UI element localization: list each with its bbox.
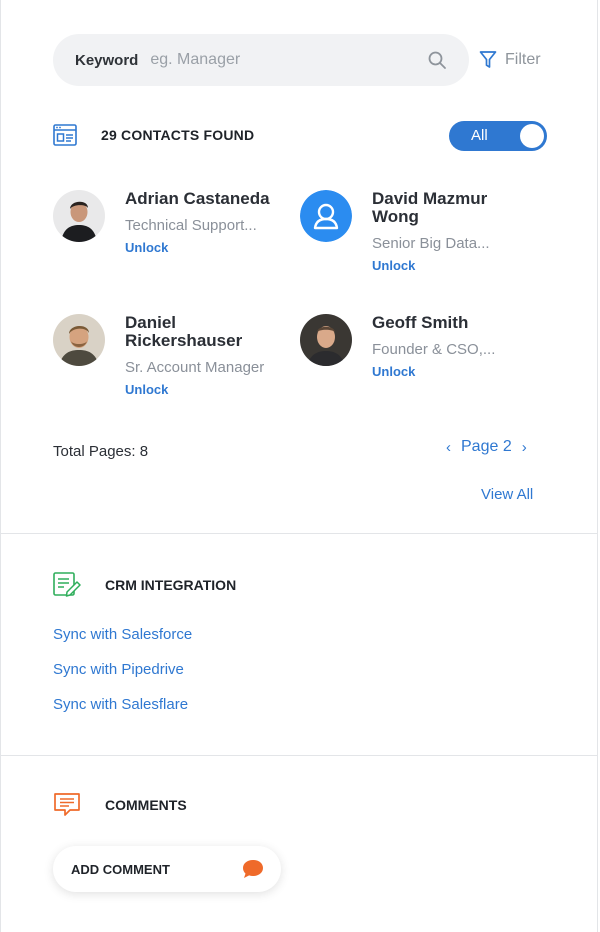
section-divider	[1, 533, 597, 534]
current-page: Page 2	[461, 438, 512, 455]
pager: ‹ Page 2 ›	[446, 438, 527, 456]
filter-icon	[479, 51, 497, 68]
contact-card: David Mazmur Wong Senior Big Data... Unl…	[300, 190, 532, 275]
chevron-left-icon[interactable]: ‹	[446, 439, 451, 456]
add-comment-button[interactable]: ADD COMMENT	[53, 846, 281, 892]
contacts-header: 29 CONTACTS FOUND	[53, 124, 254, 146]
contact-card: Geoff Smith Founder & CSO,... Unlock	[300, 314, 532, 381]
filter-button[interactable]: Filter	[479, 50, 541, 70]
contact-role: Founder & CSO,...	[372, 341, 496, 358]
sync-salesflare-link[interactable]: Sync with Salesflare	[53, 696, 188, 713]
contact-name: Daniel Rickershauser	[125, 313, 243, 350]
add-comment-label: ADD COMMENT	[71, 861, 170, 877]
contact-role: Sr. Account Manager	[125, 359, 265, 376]
unlock-link[interactable]: Unlock	[125, 240, 168, 255]
avatar	[300, 190, 352, 242]
total-pages: Total Pages: 8	[53, 443, 149, 460]
search-icon[interactable]	[427, 50, 447, 70]
avatar	[300, 314, 352, 366]
contacts-found-count: 29 CONTACTS FOUND	[101, 127, 255, 143]
search-keyword-label: Keyword	[75, 51, 139, 69]
contact-card: Adrian Castaneda Technical Support... Un…	[53, 190, 285, 257]
contacts-card-icon	[53, 124, 77, 146]
contact-card: Daniel Rickershauser Sr. Account Manager…	[53, 314, 285, 399]
crm-header: CRM INTEGRATION	[53, 572, 236, 598]
comments-title: COMMENTS	[105, 797, 187, 813]
crm-title: CRM INTEGRATION	[105, 577, 237, 593]
unlock-link[interactable]: Unlock	[125, 382, 168, 397]
speech-bubble-icon	[243, 860, 263, 878]
toggle-knob	[520, 124, 544, 148]
search-input[interactable]	[148, 50, 427, 70]
view-all-link[interactable]: View All	[481, 486, 533, 503]
all-toggle[interactable]: All	[449, 121, 547, 151]
contact-name: Geoff Smith	[372, 313, 469, 332]
search-bar[interactable]: Keyword	[53, 34, 469, 86]
chevron-right-icon[interactable]: ›	[522, 439, 527, 456]
contact-name: Adrian Castaneda	[125, 189, 270, 208]
avatar	[53, 190, 105, 242]
section-divider	[1, 755, 597, 756]
contact-role: Senior Big Data...	[372, 235, 490, 252]
unlock-link[interactable]: Unlock	[372, 364, 415, 379]
crm-edit-icon	[53, 572, 81, 597]
sync-pipedrive-link[interactable]: Sync with Pipedrive	[53, 661, 184, 678]
contact-name: David Mazmur Wong	[372, 189, 488, 226]
unlock-link[interactable]: Unlock	[372, 258, 415, 273]
avatar	[53, 314, 105, 366]
contact-role: Technical Support...	[125, 217, 257, 234]
sync-salesforce-link[interactable]: Sync with Salesforce	[53, 626, 192, 643]
filter-label: Filter	[505, 51, 541, 68]
comment-icon	[54, 793, 80, 816]
toggle-label: All	[471, 127, 488, 144]
comments-header: COMMENTS	[53, 792, 187, 818]
